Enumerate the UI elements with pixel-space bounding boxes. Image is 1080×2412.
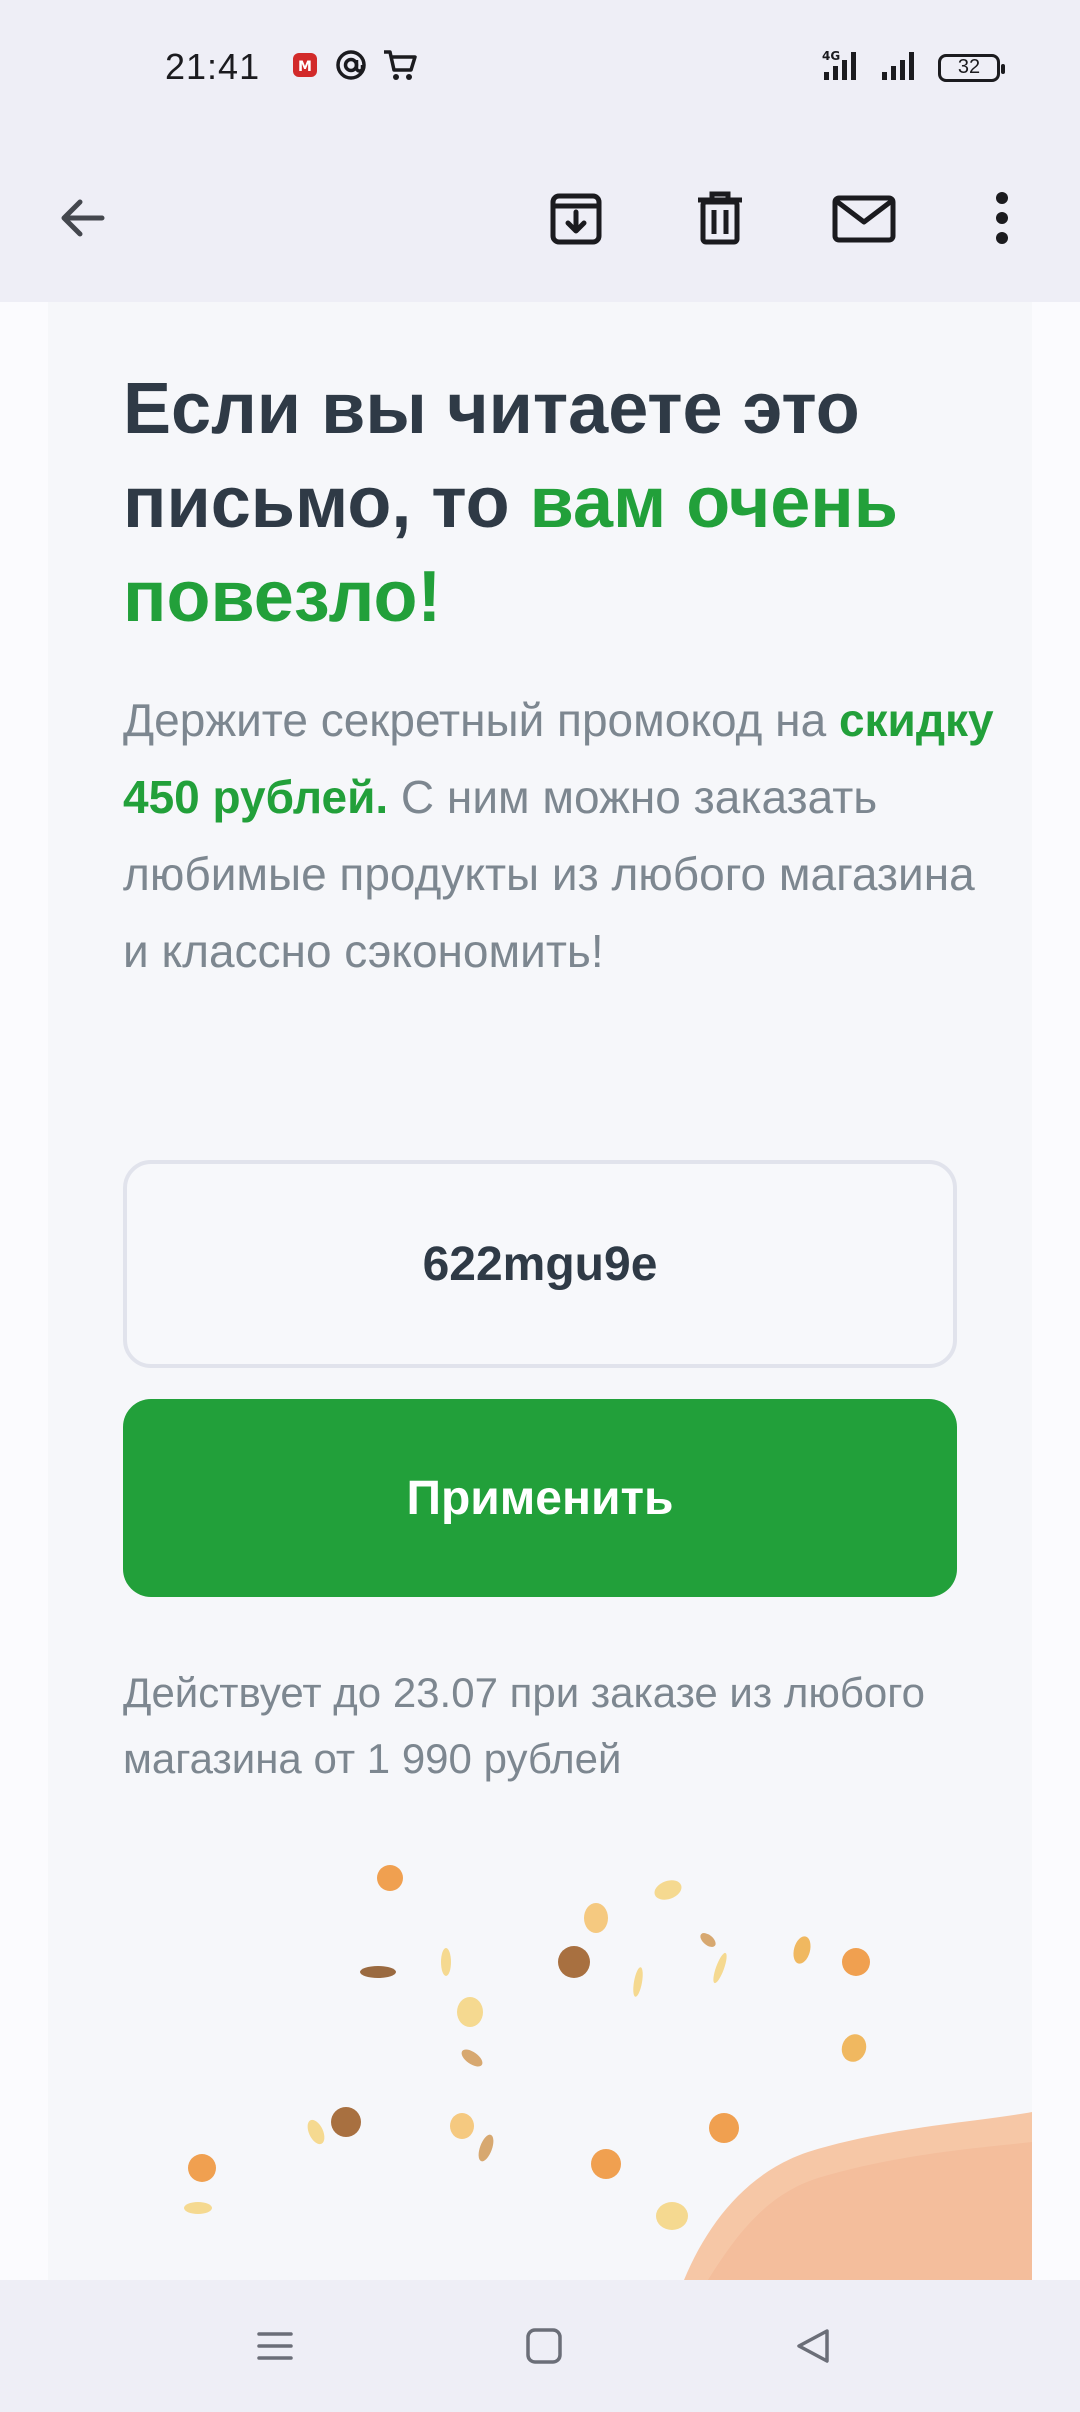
promo-code-box[interactable]: 622mgu9e — [123, 1160, 957, 1368]
email-card: Если вы читаете это письмо, то вам очень… — [48, 302, 1032, 2280]
system-back-button[interactable] — [773, 2306, 853, 2386]
promo-terms: Действует до 23.07 при заказе из любого … — [123, 1669, 925, 1782]
email-toolbar — [0, 140, 1080, 302]
app-notification-icon: M — [290, 50, 320, 85]
falling-coins-illustration — [184, 1865, 1032, 2280]
recent-apps-button[interactable] — [235, 2306, 315, 2386]
mark-unread-button[interactable] — [822, 176, 906, 260]
apply-button[interactable]: Применить — [123, 1399, 957, 1597]
trash-icon — [698, 191, 742, 245]
delete-button[interactable] — [678, 176, 762, 260]
back-triangle-icon — [797, 2329, 829, 2363]
battery-indicator: 32 — [938, 53, 1005, 82]
message-text-start: Держите секретный промокод на — [123, 694, 839, 746]
signal-4g-icon: 4G — [818, 48, 864, 87]
svg-text:M: M — [298, 59, 312, 75]
status-bar: 21:41 M 4G 32 — [0, 0, 1080, 140]
notification-icons: M — [290, 48, 418, 87]
svg-text:4G: 4G — [822, 49, 840, 63]
email-message: Держите секретный промокод на скидку 450… — [123, 682, 1003, 990]
archive-icon — [550, 193, 602, 245]
at-sign-icon — [334, 48, 368, 87]
more-options-button[interactable] — [960, 176, 1044, 260]
system-nav-bar — [0, 2280, 1080, 2412]
mail-icon — [832, 195, 896, 243]
back-button[interactable] — [40, 176, 124, 260]
cart-icon — [382, 48, 418, 87]
menu-icon — [257, 2332, 293, 2360]
home-button[interactable] — [504, 2306, 584, 2386]
signal-icon — [878, 48, 924, 87]
email-body[interactable]: Если вы читаете это письмо, то вам очень… — [0, 302, 1080, 2280]
status-time: 21:41 — [165, 46, 261, 87]
system-status-icons: 4G 32 — [818, 48, 1005, 87]
more-vert-icon — [996, 192, 1008, 244]
back-arrow-icon — [61, 199, 105, 237]
email-headline: Если вы читаете это письмо, то вам очень… — [123, 362, 1003, 644]
home-icon — [526, 2328, 562, 2364]
archive-button[interactable] — [534, 176, 618, 260]
